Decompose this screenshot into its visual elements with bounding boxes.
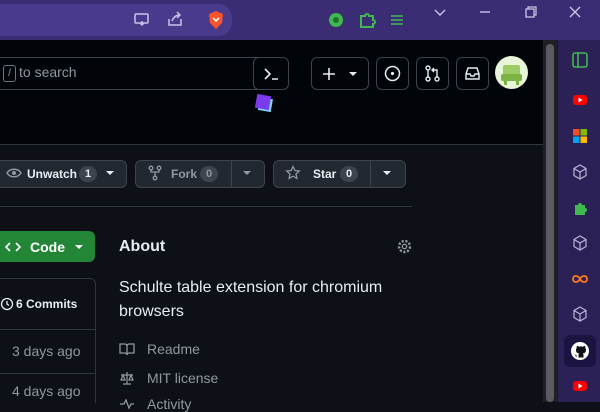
- license-link[interactable]: MIT license: [147, 370, 218, 386]
- fork-icon: [147, 165, 163, 181]
- sidebar-panel-icon[interactable]: [571, 51, 589, 69]
- cube-icon-3[interactable]: [572, 306, 588, 322]
- readme-link[interactable]: Readme: [147, 341, 200, 357]
- issues-button[interactable]: [376, 57, 409, 90]
- code-icon: [5, 239, 21, 255]
- search-placeholder: to search: [19, 64, 77, 80]
- star-count: 0: [340, 166, 358, 182]
- brave-shield-icon[interactable]: [206, 10, 226, 30]
- commits-link[interactable]: 6 Commits: [16, 297, 77, 311]
- puzzle-extension-icon[interactable]: [572, 200, 588, 216]
- fork-chevron-icon[interactable]: [240, 166, 254, 180]
- commit-time-2: 4 days ago: [12, 383, 81, 399]
- cube-icon[interactable]: [572, 164, 588, 180]
- eye-icon: [6, 165, 22, 181]
- youtube-icon[interactable]: [572, 92, 588, 108]
- pull-requests-button[interactable]: [416, 57, 449, 90]
- commits-separator: [0, 329, 95, 330]
- repo-description: Schulte table extension for chromium bro…: [119, 279, 383, 320]
- fork-count: 0: [200, 166, 218, 182]
- fork-label: Fork: [171, 167, 198, 181]
- activity-link[interactable]: Activity: [147, 396, 191, 412]
- star-divider: [370, 161, 371, 187]
- menu-icon[interactable]: [388, 11, 406, 29]
- infinity-icon[interactable]: [572, 271, 588, 287]
- close-icon[interactable]: [567, 4, 583, 20]
- gear-icon[interactable]: [396, 238, 413, 255]
- star-icon: [285, 165, 301, 181]
- star-label: Star: [313, 167, 337, 181]
- commit-time-1: 3 days ago: [12, 343, 81, 359]
- create-new-button[interactable]: [311, 57, 369, 90]
- chevron-down-icon: [346, 67, 360, 81]
- pull-requests-icon: [423, 64, 442, 83]
- history-icon: [0, 297, 14, 311]
- minimize-line-icon[interactable]: [477, 4, 493, 20]
- law-scale-icon: [119, 370, 135, 386]
- address-bar[interactable]: [0, 4, 232, 36]
- book-icon: [119, 341, 135, 357]
- cast-icon[interactable]: [133, 11, 151, 29]
- search-shortcut-key: /: [3, 65, 16, 82]
- command-palette-button[interactable]: [253, 57, 289, 90]
- about-heading: About: [119, 238, 166, 255]
- extension-gear-icon[interactable]: [326, 10, 346, 30]
- command-palette-icon: [262, 65, 280, 83]
- plus-icon: [320, 65, 338, 83]
- section-divider: [0, 206, 412, 207]
- minimize-icon[interactable]: [432, 4, 448, 20]
- scrollbar-thumb[interactable]: [546, 44, 554, 402]
- restore-icon[interactable]: [523, 4, 539, 20]
- inbox-icon: [463, 64, 482, 83]
- share-icon[interactable]: [166, 10, 184, 28]
- fork-divider: [231, 161, 232, 187]
- watch-count: 1: [79, 166, 97, 182]
- code-button-label: Code: [30, 239, 65, 255]
- github-icon[interactable]: [564, 335, 596, 367]
- pulse-icon: [119, 396, 135, 412]
- inbox-button[interactable]: [456, 57, 489, 90]
- issues-icon: [383, 64, 402, 83]
- puzzle-icon[interactable]: [357, 10, 377, 30]
- star-chevron-icon[interactable]: [380, 166, 394, 180]
- commits-separator-2: [0, 373, 95, 374]
- cube-logo-icon: [253, 92, 275, 114]
- avatar[interactable]: [495, 56, 528, 89]
- code-chevron-icon: [72, 240, 86, 254]
- unwatch-label: Unwatch: [27, 167, 78, 181]
- cube-icon-2[interactable]: [572, 235, 588, 251]
- youtube-icon-2[interactable]: [572, 378, 588, 394]
- microsoft-icon[interactable]: [572, 128, 588, 144]
- watch-chevron-icon[interactable]: [103, 166, 117, 180]
